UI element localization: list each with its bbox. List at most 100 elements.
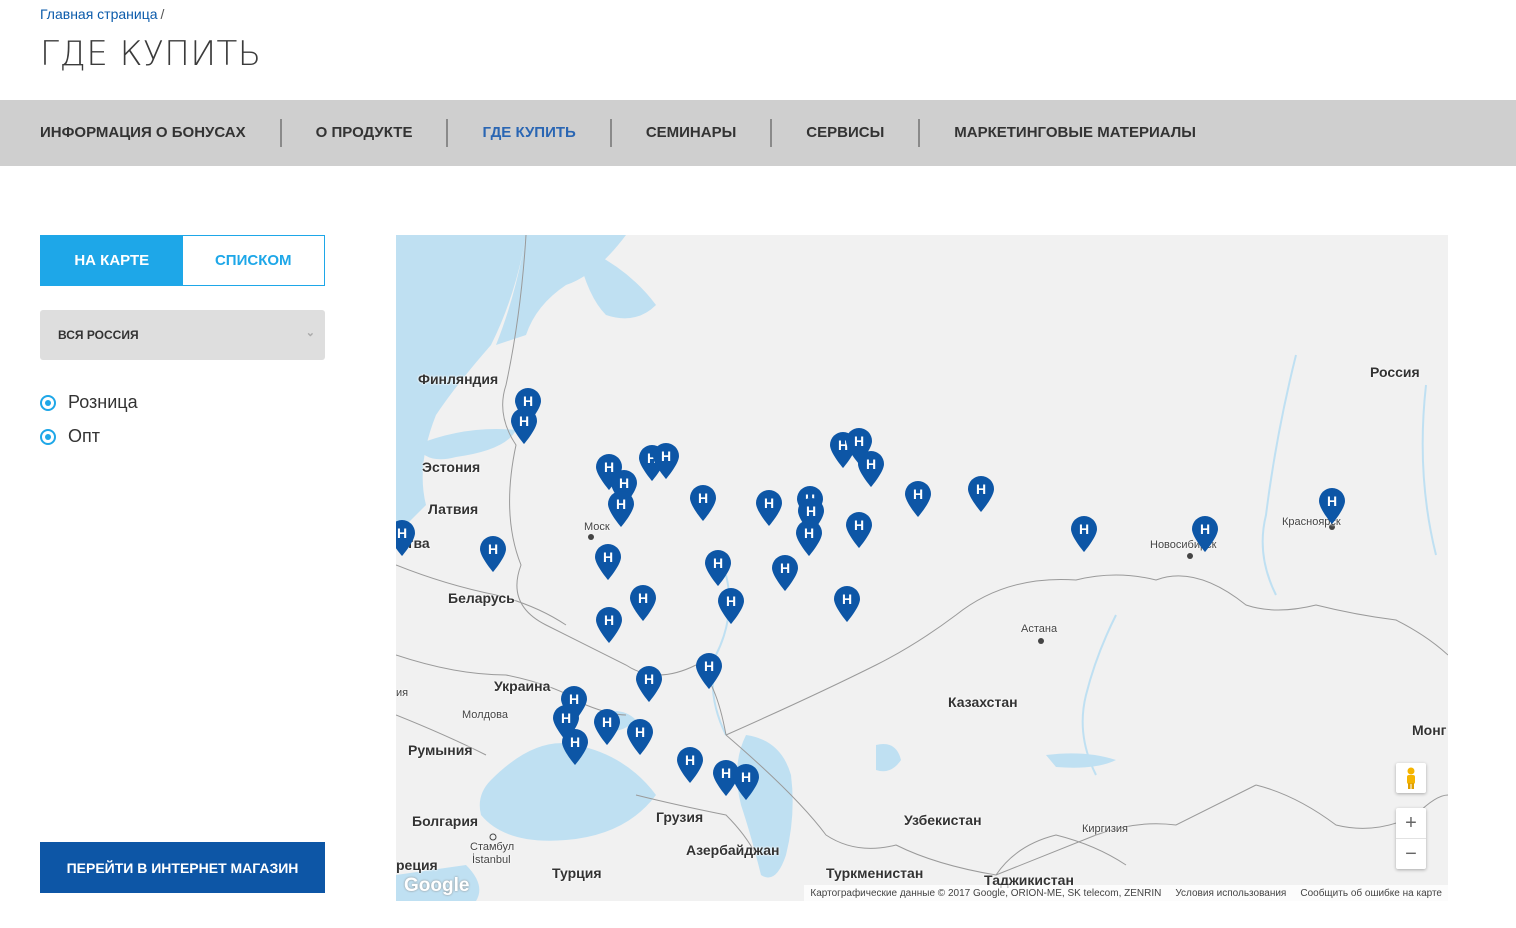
map-marker-pin[interactable]: H — [903, 480, 933, 518]
map-marker-pin[interactable]: H — [593, 543, 623, 581]
filter-wholesale[interactable]: Опт — [40, 426, 100, 447]
map-marker-pin[interactable]: H — [396, 519, 417, 557]
svg-text:H: H — [570, 734, 580, 750]
map-marker-pin[interactable]: H — [625, 718, 655, 756]
svg-text:H: H — [519, 413, 529, 429]
nav-item-where-to-buy[interactable]: ГДЕ КУПИТЬ — [448, 119, 612, 147]
street-view-pegman-icon[interactable] — [1396, 763, 1426, 793]
nav-item-marketing-materials[interactable]: МАРКЕТИНГОВЫЕ МАТЕРИАЛЫ — [920, 119, 1230, 147]
map-label-russia: Россия — [1370, 364, 1420, 380]
breadcrumb: Главная страница / — [40, 6, 164, 22]
svg-text:H: H — [913, 486, 923, 502]
zoom-in-button[interactable]: + — [1396, 808, 1426, 838]
svg-text:H: H — [685, 752, 695, 768]
region-select-value: ВСЯ РОССИЯ — [58, 328, 139, 342]
svg-text:H: H — [604, 612, 614, 628]
map-marker-pin[interactable]: H — [966, 475, 996, 513]
map-marker-pin[interactable]: H — [754, 489, 784, 527]
radio-icon — [40, 428, 56, 445]
map-label-georgia: Грузия — [656, 809, 704, 825]
map-marker-pin[interactable]: H — [606, 490, 636, 528]
map-marker-pin[interactable]: H — [703, 549, 733, 587]
map-label-mongolia: Монг — [1412, 722, 1447, 738]
nav-item-bonus-info[interactable]: ИНФОРМАЦИЯ О БОНУСАХ — [0, 119, 282, 147]
svg-text:H: H — [644, 671, 654, 687]
svg-text:H: H — [561, 710, 571, 726]
map-marker-pin[interactable]: H — [634, 665, 664, 703]
map-marker-pin[interactable]: H — [716, 587, 746, 625]
map-label-turkmenistan: Туркменистан — [826, 865, 924, 881]
view-map-button[interactable]: НА КАРТЕ — [41, 236, 183, 285]
map-label-greece: реция — [396, 857, 438, 873]
svg-text:H: H — [1200, 521, 1210, 537]
svg-text:H: H — [397, 525, 407, 541]
view-list-button[interactable]: СПИСКОМ — [182, 236, 324, 285]
map-label-latvia: Латвия — [428, 501, 479, 517]
map-marker-pin[interactable]: H — [628, 584, 658, 622]
breadcrumb-home-link[interactable]: Главная страница — [40, 6, 158, 22]
online-shop-button[interactable]: ПЕРЕЙТИ В ИНТЕРНЕТ МАГАЗИН — [40, 842, 325, 893]
map-marker-pin[interactable]: H — [844, 511, 874, 549]
svg-text:H: H — [764, 495, 774, 511]
svg-text:H: H — [635, 724, 645, 740]
zoom-out-button[interactable]: − — [1396, 839, 1426, 869]
map-marker-pin[interactable]: H — [770, 554, 800, 592]
svg-text:H: H — [619, 475, 629, 491]
svg-text:H: H — [976, 481, 986, 497]
svg-text:H: H — [780, 560, 790, 576]
map-marker-pin[interactable]: H — [594, 606, 624, 644]
svg-text:H: H — [603, 549, 613, 565]
svg-text:H: H — [704, 658, 714, 674]
svg-text:H: H — [854, 517, 864, 533]
map-marker-pin[interactable]: H — [731, 763, 761, 801]
svg-text:H: H — [726, 593, 736, 609]
map-label-turkey: Турция — [552, 865, 602, 881]
zoom-control: + − — [1396, 808, 1426, 869]
map-marker-pin[interactable]: H — [794, 519, 824, 557]
map-marker-pin[interactable]: H — [651, 442, 681, 480]
nav-item-services[interactable]: СЕРВИСЫ — [772, 119, 921, 147]
map-label-finland: Финляндия — [418, 371, 499, 387]
map-marker-pin[interactable]: H — [675, 746, 705, 784]
map-marker-pin[interactable]: H — [694, 652, 724, 690]
svg-text:H: H — [616, 496, 626, 512]
view-toggle: НА КАРТЕ СПИСКОМ — [40, 235, 325, 286]
filter-retail[interactable]: Розница — [40, 392, 138, 413]
map-label-moldova: Молдова — [462, 709, 508, 721]
map-base — [396, 235, 1448, 901]
svg-text:H: H — [721, 765, 731, 781]
map-marker-pin[interactable]: H — [1317, 487, 1347, 525]
map-label-estonia: Эстония — [422, 459, 481, 475]
map-label-ukraine: Украина — [494, 678, 551, 694]
svg-text:H: H — [806, 503, 816, 519]
svg-text:H: H — [741, 769, 751, 785]
svg-text:H: H — [602, 714, 612, 730]
map-marker-pin[interactable]: H — [832, 585, 862, 623]
filter-wholesale-label: Опт — [68, 426, 100, 446]
filter-retail-label: Розница — [68, 392, 138, 412]
map-label-kazakhstan: Казахстан — [948, 694, 1018, 710]
map-label-belarus: Беларусь — [448, 590, 515, 606]
svg-text:H: H — [638, 590, 648, 606]
map-marker-pin[interactable]: H — [1069, 515, 1099, 553]
map-marker-pin[interactable]: H — [509, 407, 539, 445]
nav-item-seminars[interactable]: СЕМИНАРЫ — [612, 119, 773, 147]
map-marker-pin[interactable]: H — [560, 728, 590, 766]
map-label-azerbaijan: Азербайджан — [686, 842, 780, 858]
map-label-istanbul-tr: İstanbul — [472, 854, 511, 866]
svg-text:H: H — [488, 541, 498, 557]
map-terms-link[interactable]: Условия использования — [1175, 888, 1286, 899]
map-marker-pin[interactable]: H — [592, 708, 622, 746]
region-select[interactable]: ВСЯ РОССИЯ ⌄ — [40, 310, 325, 360]
map-report-link[interactable]: Сообщить об ошибке на карте — [1300, 888, 1442, 899]
map-marker-pin[interactable]: H — [688, 484, 718, 522]
nav-item-about-product[interactable]: О ПРОДУКТЕ — [282, 119, 449, 147]
map-container[interactable]: Финляндия Эстония Латвия итва Беларусь У… — [396, 235, 1448, 901]
map-label-kyrgyzstan: Киргизия — [1082, 823, 1128, 835]
map-marker-pin[interactable]: H — [856, 450, 886, 488]
map-marker-pin[interactable]: H — [1190, 515, 1220, 553]
map-data-attribution: Картографические данные © 2017 Google, O… — [810, 887, 1162, 899]
map-marker-pin[interactable]: H — [478, 535, 508, 573]
svg-text:H: H — [1327, 493, 1337, 509]
svg-text:H: H — [854, 433, 864, 449]
